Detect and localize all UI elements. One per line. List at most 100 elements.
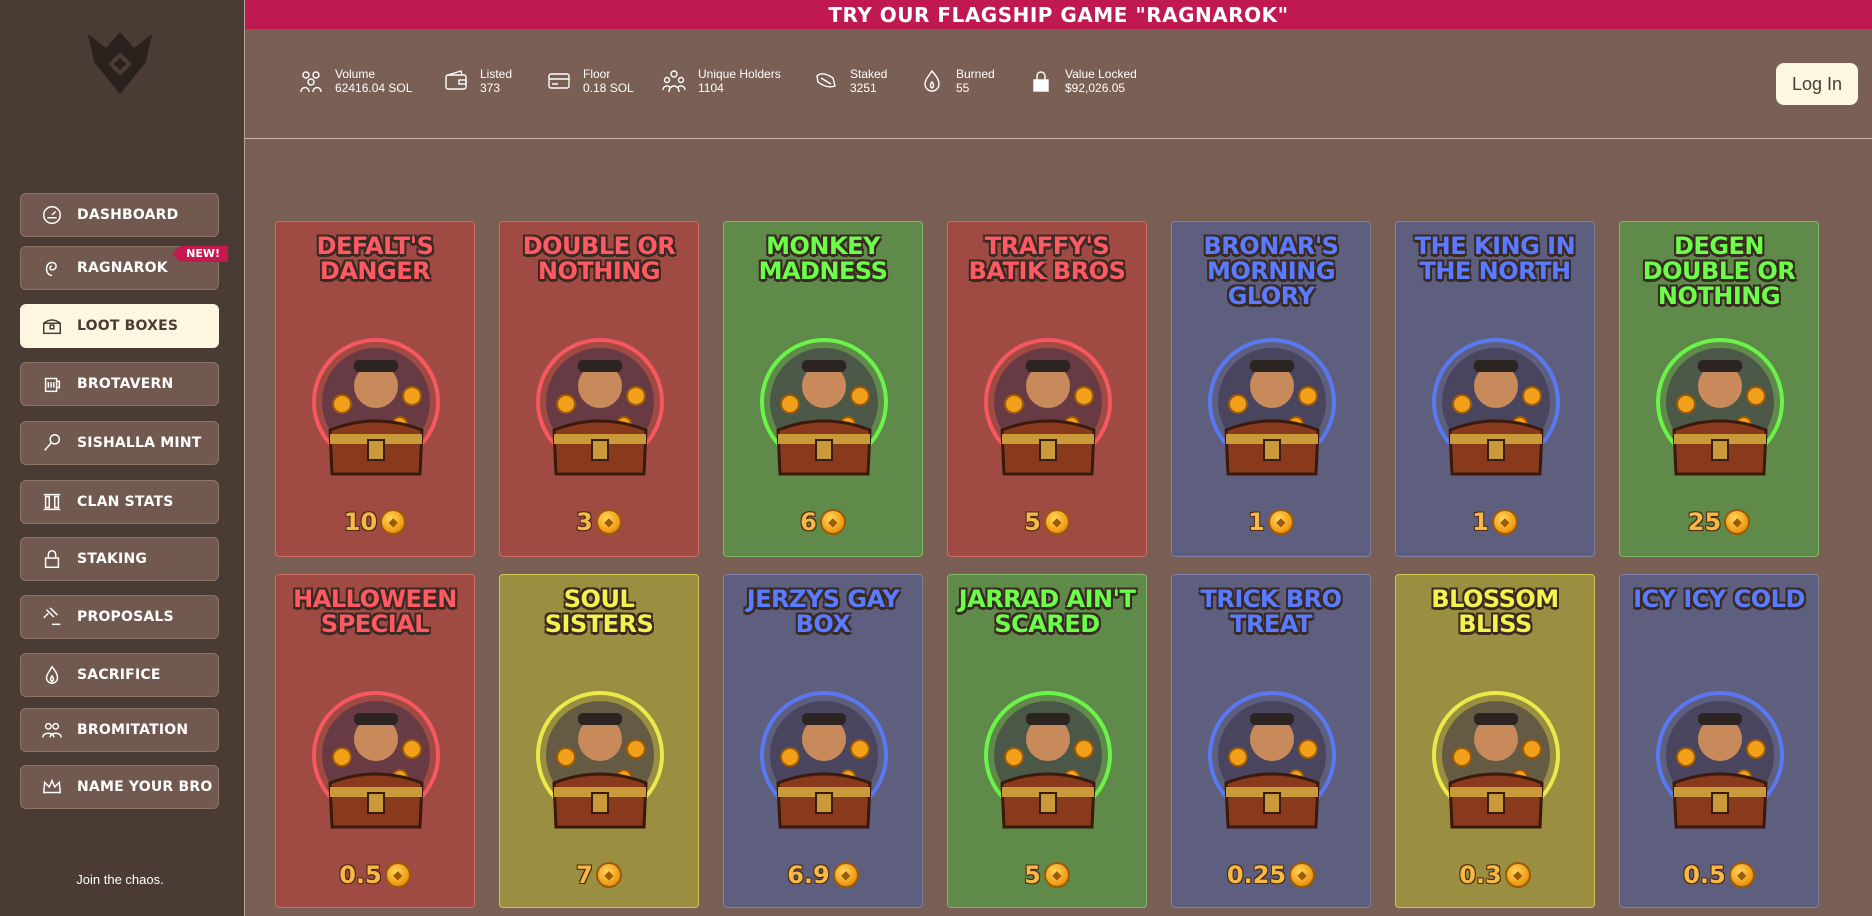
price-value: 3 [576,508,593,536]
loot-box-art-icon [1208,691,1336,829]
sidebar-item-ragnarok[interactable]: RAGNAROK NEW! [20,246,228,290]
sidebar-item-name-your-bro[interactable]: NAME YOUR BRO [20,765,219,809]
loot-box-title: MONKEY MADNESS [758,232,888,285]
sidebar-item-clan-stats[interactable]: CLAN STATS [20,480,219,524]
price-value: 6.9 [787,861,830,889]
loot-box-art-icon [984,691,1112,829]
stat-value: 55 [956,81,970,95]
loot-box-card[interactable]: THE KING IN THE NORTH 1 ◆ [1395,221,1595,557]
sidebar-item-brotavern[interactable]: BROTAVERN [20,362,219,406]
group-icon [39,717,65,743]
coin-icon: ◆ [1043,509,1070,535]
sidebar-item-label: DASHBOARD [77,207,179,223]
sidebar-item-label: CLAN STATS [77,494,174,510]
loot-box-art-icon [1656,691,1784,829]
loot-box-price: 6 ◆ [724,508,922,536]
coin-icon: ◆ [1728,862,1755,888]
loot-box-card[interactable]: JARRAD AIN'T SCARED 5 ◆ [947,574,1147,908]
group-icon [297,67,325,95]
loot-box-art-icon [536,338,664,476]
sidebar-item-label: PROPOSALS [77,609,174,625]
crown-icon [39,774,65,800]
loot-box-price: 6.9 ◆ [724,861,922,889]
sidebar-item-bromitation[interactable]: BROMITATION [20,708,219,752]
loot-box-title: TRICK BRO TREAT [1200,585,1342,638]
pillars-icon [39,489,65,515]
coin-icon: ◆ [595,862,622,888]
loot-box-card[interactable]: HALLOWEEN SPECIAL 0.5 ◆ [275,574,475,908]
new-badge: NEW! [172,246,228,262]
loot-box-card[interactable]: DOUBLE OR NOTHING 3 ◆ [499,221,699,557]
sidebar-item-staking[interactable]: STAKING [20,537,219,581]
sidebar-item-loot-boxes[interactable]: LOOT BOXES [20,304,219,348]
stat-floor: Floor 0.18 SOL [545,67,634,95]
login-button[interactable]: Log In [1776,63,1858,105]
sidebar-item-sishalla-mint[interactable]: SISHALLA MINT [20,421,219,465]
loot-box-title: DEFALT'S DANGER [316,232,434,285]
card-icon [545,67,573,95]
loot-box-title: BRONAR'S MORNING GLORY [1203,232,1339,310]
sidebar-item-label: LOOT BOXES [77,318,179,334]
sidebar-item-label: BROMITATION [77,722,189,738]
loot-box-art-icon [984,338,1112,476]
wallet-icon [442,67,470,95]
loot-box-art-icon [1656,338,1784,476]
loot-box-card[interactable]: TRICK BRO TREAT 0.25 ◆ [1171,574,1371,908]
loot-box-card[interactable]: DEFALT'S DANGER 10 ◆ [275,221,475,557]
loot-box-card[interactable]: JERZYS GAY BOX 6.9 ◆ [723,574,923,908]
price-value: 6 [800,508,817,536]
stat-label: Floor [583,67,611,81]
sidebar-item-sacrifice[interactable]: SACRIFICE [20,653,219,697]
loot-box-title: HALLOWEEN SPECIAL [293,585,457,638]
brand-logo-icon[interactable] [84,28,156,100]
loot-box-card[interactable]: ICY ICY COLD 0.5 ◆ [1619,574,1819,908]
stat-listed: Listed 373 [442,67,512,95]
stats-bar: Volume 62416.04 SOL Listed 373 Floor 0.18 S… [245,29,1872,139]
loot-box-title: BLOSSOM BLISS [1431,585,1559,638]
stat-label: Value Locked [1065,67,1137,81]
price-value: 7 [576,861,593,889]
loot-box-title: DEGEN DOUBLE OR NOTHING [1642,232,1796,310]
loot-box-card[interactable]: BRONAR'S MORNING GLORY 1 ◆ [1171,221,1371,557]
sidebar: DASHBOARD RAGNAROK NEW! LOOT BOXES BROTA… [0,0,245,916]
price-value: 0.5 [1683,861,1726,889]
coin-icon: ◆ [384,862,411,888]
coin-icon: ◆ [1504,862,1531,888]
stat-volume: Volume 62416.04 SOL [297,67,412,95]
loot-box-title: JARRAD AIN'T SCARED [958,585,1136,638]
loot-box-art-icon [760,691,888,829]
loot-box-card[interactable]: BLOSSOM BLISS 0.3 ◆ [1395,574,1595,908]
loot-box-title: SOUL SISTERS [544,585,654,638]
price-value: 1 [1472,508,1489,536]
loot-box-card[interactable]: MONKEY MADNESS 6 ◆ [723,221,923,557]
promo-banner[interactable]: TRY OUR FLAGSHIP GAME "RAGNAROK" [245,0,1872,29]
loot-box-title: ICY ICY COLD [1633,585,1805,613]
loot-box-card[interactable]: SOUL SISTERS 7 ◆ [499,574,699,908]
coin-icon: ◆ [1289,862,1316,888]
stat-label: Unique Holders [698,67,781,81]
flame-icon [39,662,65,688]
stake-icon [812,67,840,95]
loot-box-art-icon [760,338,888,476]
loot-box-art-icon [1432,691,1560,829]
loot-box-card[interactable]: DEGEN DOUBLE OR NOTHING 25 ◆ [1619,221,1819,557]
sidebar-item-label: SACRIFICE [77,667,161,683]
price-value: 5 [1024,508,1041,536]
stat-label: Listed [480,67,513,81]
stat-value: $92,026.05 [1065,81,1126,95]
lock-icon [39,546,65,572]
stat-value: 62416.04 SOL [335,81,413,95]
loot-box-price: 1 ◆ [1396,508,1594,536]
coin-icon: ◆ [1724,509,1751,535]
gauge-icon [39,202,65,228]
loot-box-card[interactable]: TRAFFY'S BATIK BROS 5 ◆ [947,221,1147,557]
stat-value: 3251 [850,81,877,95]
holders-icon [660,67,688,95]
price-value: 25 [1687,508,1722,536]
price-value: 5 [1024,861,1041,889]
sidebar-item-proposals[interactable]: PROPOSALS [20,595,219,639]
stat-burned: Burned 55 [918,67,995,95]
stat-label: Burned [956,67,995,81]
sidebar-item-dashboard[interactable]: DASHBOARD [20,193,219,237]
promo-banner-text: TRY OUR FLAGSHIP GAME "RAGNAROK" [828,2,1289,27]
